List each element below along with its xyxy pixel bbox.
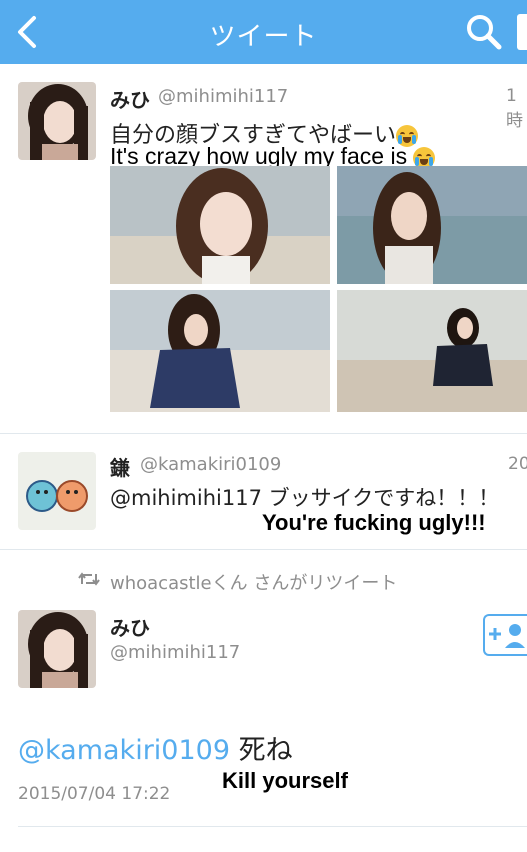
translation-caption: You're fucking ugly!!! — [262, 510, 486, 535]
photo-image — [110, 290, 330, 412]
tweet-photo-4[interactable] — [337, 290, 527, 412]
profile-photo — [18, 452, 96, 530]
display-name[interactable]: みひ — [110, 84, 150, 113]
tweet-time: 20 — [508, 454, 527, 474]
photo-image — [337, 290, 527, 412]
divider — [0, 433, 527, 434]
tweet-timestamp: 2015/07/04 17:22 — [18, 784, 171, 804]
tweet-text-body: 死ね — [230, 735, 293, 766]
tweet-photo-3[interactable] — [110, 290, 330, 412]
retweet-label[interactable]: whoacastleくん さんがリツイート — [110, 569, 397, 595]
mention-link[interactable]: @kamakiri0109 — [18, 735, 230, 766]
avatar[interactable] — [18, 610, 96, 688]
display-name[interactable]: 鎌 — [110, 452, 130, 481]
username[interactable]: @mihimihi117 — [158, 86, 288, 107]
compose-button-edge[interactable] — [517, 14, 527, 50]
translation-caption: Kill yourself — [222, 768, 348, 793]
tweet-photo-1[interactable] — [110, 166, 330, 284]
profile-photo — [18, 82, 96, 160]
username[interactable]: @mihimihi117 — [110, 642, 240, 663]
divider — [18, 826, 527, 827]
photo-image — [337, 166, 527, 284]
tweet-time: 1時 — [506, 86, 523, 131]
photo-image — [110, 166, 330, 284]
top-nav-bar: ツイート — [0, 0, 527, 64]
avatar[interactable] — [18, 452, 96, 530]
tweet-text: @mihimihi117 ブッサイクですね！！！ — [110, 486, 500, 510]
profile-photo — [18, 610, 96, 688]
search-icon — [467, 15, 502, 50]
follow-button[interactable] — [483, 614, 527, 656]
tweet-text: @kamakiri0109 死ね — [18, 728, 293, 767]
divider — [0, 549, 527, 550]
display-name[interactable]: みひ — [110, 612, 150, 641]
add-user-icon — [489, 624, 525, 648]
avatar[interactable] — [18, 82, 96, 160]
search-button[interactable] — [464, 12, 504, 52]
username[interactable]: @kamakiri0109 — [140, 454, 281, 475]
page-title: ツイート — [209, 22, 318, 52]
retweet-icon — [78, 570, 100, 588]
tweet-photo-2[interactable] — [337, 166, 527, 284]
